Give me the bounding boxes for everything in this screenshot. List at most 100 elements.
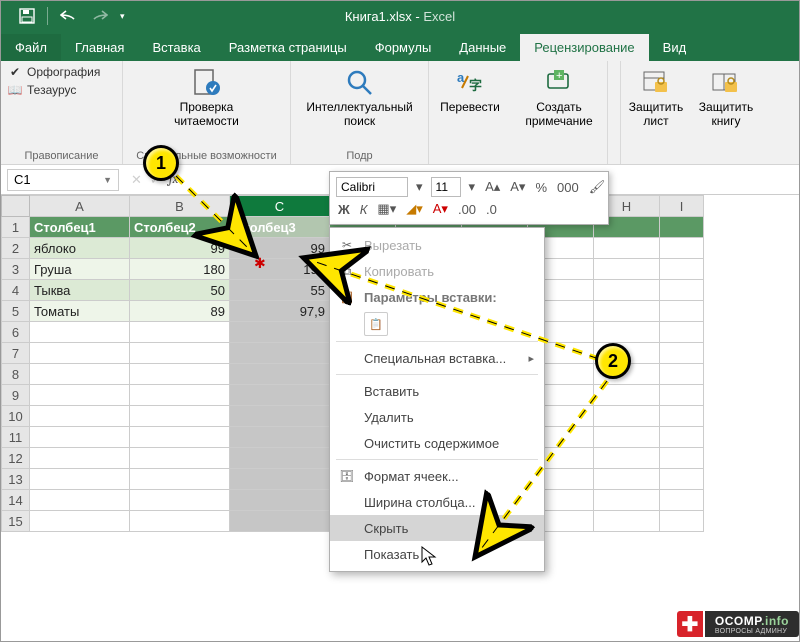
- cell[interactable]: 50: [130, 280, 230, 301]
- cell[interactable]: 55: [230, 280, 330, 301]
- translate-button[interactable]: а字 Перевести: [435, 65, 505, 117]
- cell[interactable]: яблоко: [30, 238, 130, 259]
- annotation-step-1: 1: [143, 145, 179, 181]
- cell[interactable]: 180: [130, 259, 230, 280]
- row-header[interactable]: 3: [2, 259, 30, 280]
- comma-style-icon[interactable]: 000: [555, 180, 581, 195]
- ctx-hide[interactable]: Скрыть: [330, 515, 544, 541]
- protect-book-button[interactable]: Защитить книгу: [697, 65, 755, 131]
- cell[interactable]: [594, 280, 660, 301]
- cell[interactable]: Груша: [30, 259, 130, 280]
- chevron-down-icon[interactable]: ▼: [103, 175, 112, 185]
- ctx-paste-options-label: 📋Параметры вставки:: [330, 284, 544, 310]
- name-box[interactable]: C1▼: [7, 169, 119, 191]
- tab-review[interactable]: Рецензирование: [520, 34, 648, 61]
- tab-insert[interactable]: Вставка: [138, 34, 214, 61]
- context-menu: ✂Вырезать ⧉Копировать 📋Параметры вставки…: [329, 227, 545, 572]
- ctx-delete[interactable]: Удалить: [330, 404, 544, 430]
- row-header[interactable]: 6: [2, 322, 30, 343]
- cut-icon: ✂: [338, 238, 356, 252]
- increase-font-icon[interactable]: A▴: [483, 179, 502, 195]
- italic-button[interactable]: К: [358, 202, 370, 217]
- cell[interactable]: [660, 301, 704, 322]
- spelling-button[interactable]: ✔Орфография: [7, 65, 116, 79]
- col-header-I[interactable]: I: [660, 196, 704, 217]
- col-header-A[interactable]: A: [30, 196, 130, 217]
- bold-button[interactable]: Ж: [336, 202, 352, 217]
- row-header[interactable]: 2: [2, 238, 30, 259]
- select-all-corner[interactable]: [2, 196, 30, 217]
- row-header[interactable]: 4: [2, 280, 30, 301]
- cell[interactable]: Столбец1: [30, 217, 130, 238]
- cell[interactable]: Столбец2: [130, 217, 230, 238]
- tab-formulas[interactable]: Формулы: [361, 34, 446, 61]
- row-header[interactable]: 1: [2, 217, 30, 238]
- cancel-icon[interactable]: ✕: [131, 172, 142, 188]
- decrease-decimal-icon[interactable]: .00: [456, 202, 478, 217]
- col-header-B[interactable]: B: [130, 196, 230, 217]
- row-header[interactable]: 13: [2, 469, 30, 490]
- row-header[interactable]: 10: [2, 406, 30, 427]
- ctx-insert[interactable]: Вставить: [330, 378, 544, 404]
- ctx-format-cells[interactable]: 🗄Формат ячеек...: [330, 463, 544, 489]
- row-header[interactable]: 9: [2, 385, 30, 406]
- cell[interactable]: [594, 259, 660, 280]
- new-comment-button[interactable]: + Создать примечание: [517, 65, 601, 131]
- cell[interactable]: 99: [130, 238, 230, 259]
- cell[interactable]: 89: [130, 301, 230, 322]
- col-header-C[interactable]: C: [230, 196, 330, 217]
- format-painter-icon[interactable]: 🖌: [587, 179, 608, 195]
- cell[interactable]: Тыква: [30, 280, 130, 301]
- cell[interactable]: Столбец3: [230, 217, 330, 238]
- smart-lookup-button[interactable]: Интеллектуальный поиск: [300, 65, 418, 131]
- ctx-column-width[interactable]: Ширина столбца...: [330, 489, 544, 515]
- accessibility-button[interactable]: Проверка читаемости: [168, 65, 245, 131]
- borders-icon[interactable]: ▦▾: [375, 201, 398, 217]
- save-icon[interactable]: [19, 8, 35, 24]
- row-header[interactable]: 7: [2, 343, 30, 364]
- row-header[interactable]: 15: [2, 511, 30, 532]
- cell[interactable]: Томаты: [30, 301, 130, 322]
- undo-icon[interactable]: [60, 9, 78, 23]
- font-color-icon[interactable]: A▾: [431, 201, 450, 217]
- tab-data[interactable]: Данные: [445, 34, 520, 61]
- search-icon: [344, 67, 376, 99]
- percent-icon[interactable]: %: [533, 180, 549, 195]
- cell[interactable]: 99: [230, 238, 330, 259]
- tab-layout[interactable]: Разметка страницы: [215, 34, 361, 61]
- ctx-clear[interactable]: Очистить содержимое: [330, 430, 544, 456]
- cell[interactable]: [594, 301, 660, 322]
- redo-icon[interactable]: [90, 9, 108, 23]
- fill-color-icon[interactable]: ◢▾: [404, 201, 425, 217]
- tab-file[interactable]: Файл: [1, 34, 61, 61]
- cell[interactable]: [660, 217, 704, 238]
- cell[interactable]: 198: [230, 259, 330, 280]
- group-insights-label: Подр: [297, 148, 422, 162]
- row-header[interactable]: 14: [2, 490, 30, 511]
- paste-option-default[interactable]: 📋: [364, 312, 388, 336]
- cell[interactable]: [594, 238, 660, 259]
- row-header[interactable]: 11: [2, 427, 30, 448]
- ctx-cut[interactable]: ✂Вырезать: [330, 232, 544, 258]
- chevron-down-icon[interactable]: ▾: [467, 179, 478, 195]
- cell[interactable]: 97,9: [230, 301, 330, 322]
- decrease-font-icon[interactable]: A▾: [508, 179, 527, 195]
- qat-dropdown-icon[interactable]: ▾: [120, 11, 125, 22]
- row-header[interactable]: 12: [2, 448, 30, 469]
- cell[interactable]: [660, 259, 704, 280]
- comment-icon: +: [543, 67, 575, 99]
- row-header[interactable]: 8: [2, 364, 30, 385]
- cell[interactable]: [660, 238, 704, 259]
- cell[interactable]: [660, 280, 704, 301]
- thesaurus-button[interactable]: 📖Тезаурус: [7, 83, 116, 97]
- ctx-paste-special[interactable]: Специальная вставка...: [330, 345, 544, 371]
- tab-home[interactable]: Главная: [61, 34, 138, 61]
- ctx-copy[interactable]: ⧉Копировать: [330, 258, 544, 284]
- tab-view[interactable]: Вид: [649, 34, 701, 61]
- chevron-down-icon[interactable]: ▾: [414, 179, 425, 195]
- protect-sheet-button[interactable]: Защитить лист: [627, 65, 685, 131]
- increase-decimal-icon[interactable]: .0: [484, 202, 499, 217]
- row-header[interactable]: 5: [2, 301, 30, 322]
- font-combo[interactable]: [336, 177, 408, 197]
- font-size-combo[interactable]: [431, 177, 461, 197]
